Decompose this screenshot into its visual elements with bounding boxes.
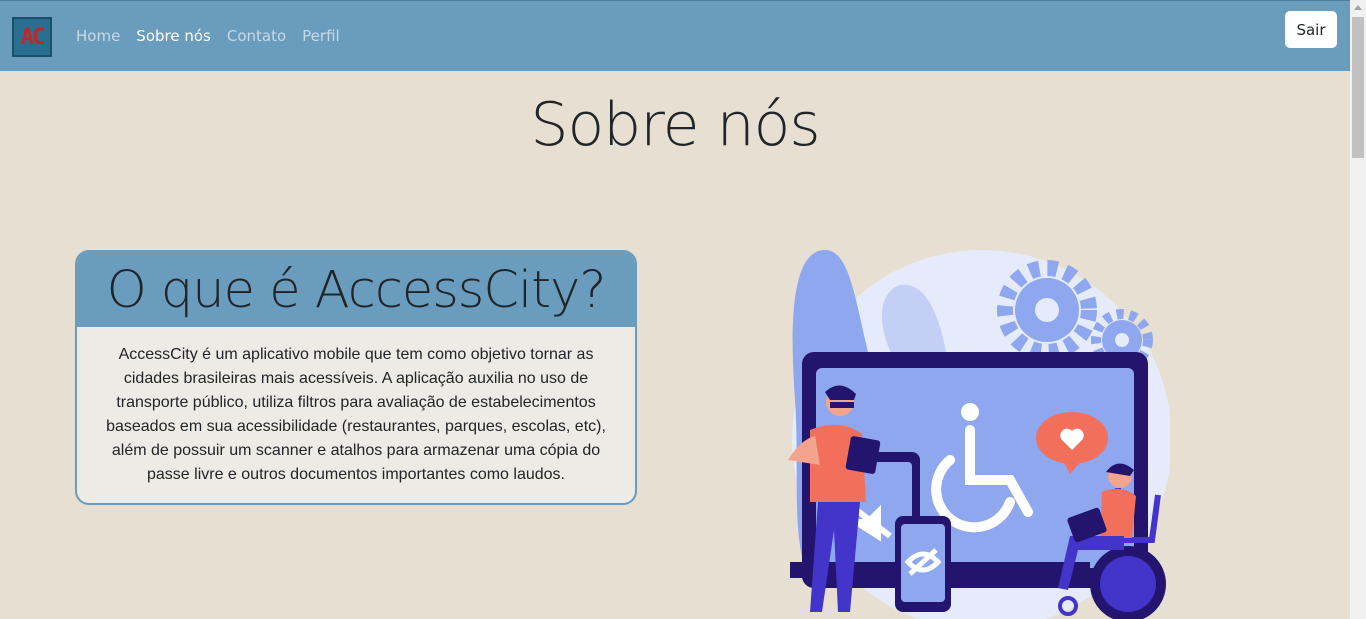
top-navbar: AC Home Sobre nós Contato Perfil Sair <box>0 0 1350 71</box>
about-card-title: O que é AccessCity? <box>77 252 635 327</box>
scroll-up-icon[interactable] <box>1354 5 1362 10</box>
page-title: Sobre nós <box>530 90 820 160</box>
logout-button[interactable]: Sair <box>1285 11 1337 48</box>
nav-link-home[interactable]: Home <box>76 27 120 45</box>
nav-link-contato[interactable]: Contato <box>227 27 286 45</box>
nav-link-perfil[interactable]: Perfil <box>302 27 340 45</box>
scroll-thumb[interactable] <box>1352 17 1364 158</box>
app-logo[interactable]: AC <box>12 17 52 57</box>
nav-links: Home Sobre nós Contato Perfil <box>76 27 356 45</box>
accessibility-illustration <box>788 250 1170 619</box>
page-scrollbar[interactable] <box>1350 0 1366 619</box>
nav-link-sobre-nos[interactable]: Sobre nós <box>136 27 211 45</box>
logo-text: AC <box>20 24 45 50</box>
about-card: O que é AccessCity? AccessCity é um apli… <box>75 250 637 505</box>
about-card-text: AccessCity é um aplicativo mobile que te… <box>106 346 606 483</box>
